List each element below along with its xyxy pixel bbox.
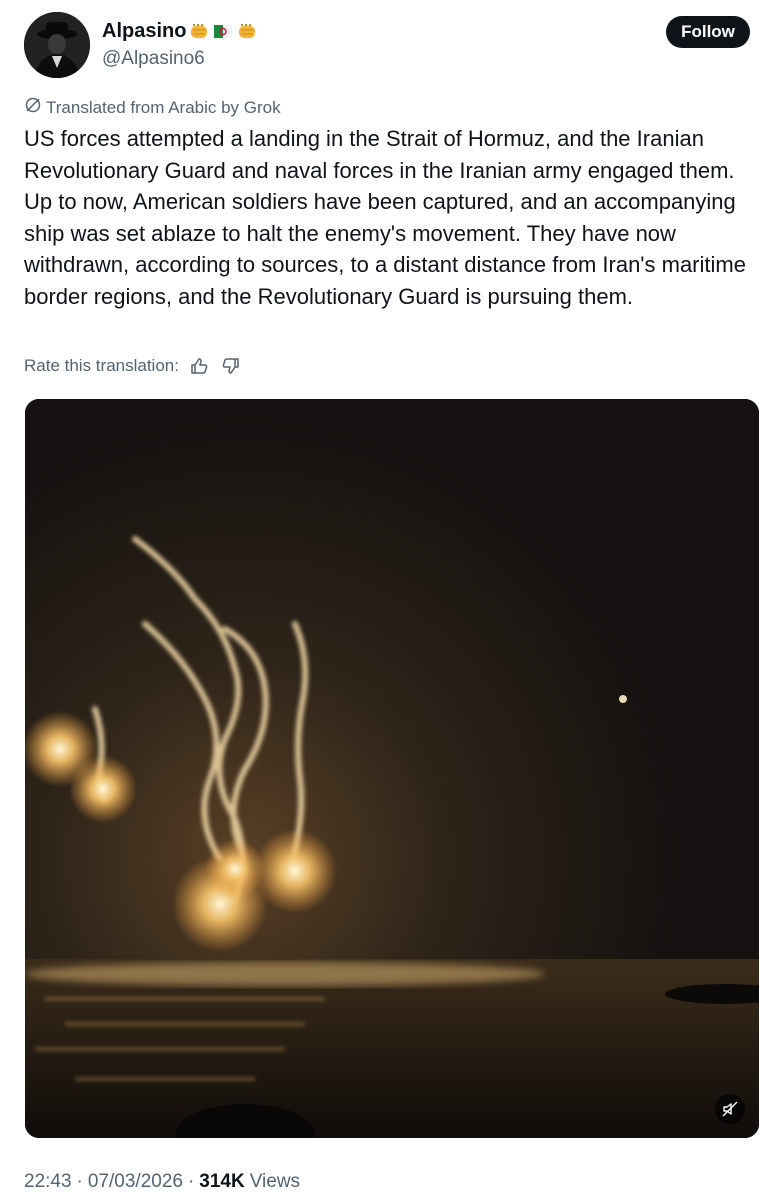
tweet-header: Alpasino @Alpasino6 Follow <box>24 12 758 78</box>
avatar[interactable] <box>24 12 90 78</box>
author-info: Alpasino @Alpasino6 <box>102 18 258 70</box>
tweet-time[interactable]: 22:43 <box>24 1171 72 1193</box>
tweet-meta: 22:43 · 07/03/2026 · 314K Views <box>24 1171 300 1193</box>
algeria-flag-icon <box>214 24 233 38</box>
views-count: 314K <box>199 1171 245 1192</box>
name-row: Alpasino <box>102 18 258 44</box>
views-label: Views <box>249 1171 301 1192</box>
oncoming-fist-emoji-icon <box>188 20 210 42</box>
thumbs-down-icon[interactable] <box>219 354 243 378</box>
rate-translation: Rate this translation: <box>24 354 243 378</box>
display-name[interactable]: Alpasino <box>102 20 186 43</box>
author-handle[interactable]: @Alpasino6 <box>102 48 258 70</box>
grok-icon <box>24 96 42 119</box>
separator: · <box>76 1171 83 1192</box>
rate-translation-label: Rate this translation: <box>24 356 179 375</box>
thumbs-up-icon[interactable] <box>187 354 211 378</box>
translation-notice-text: Translated from Arabic by Grok <box>46 97 281 117</box>
video-player[interactable] <box>25 399 759 1138</box>
follow-button[interactable]: Follow <box>666 16 750 48</box>
muted-speaker-icon[interactable] <box>715 1094 745 1124</box>
oncoming-fist-emoji-icon <box>236 20 258 42</box>
translation-notice: Translated from Arabic by Grok <box>24 96 281 119</box>
tweet-text: US forces attempted a landing in the Str… <box>24 126 746 309</box>
separator: · <box>187 1171 195 1192</box>
video-frame <box>25 399 759 1138</box>
tweet-date[interactable]: 07/03/2026 <box>88 1171 183 1193</box>
